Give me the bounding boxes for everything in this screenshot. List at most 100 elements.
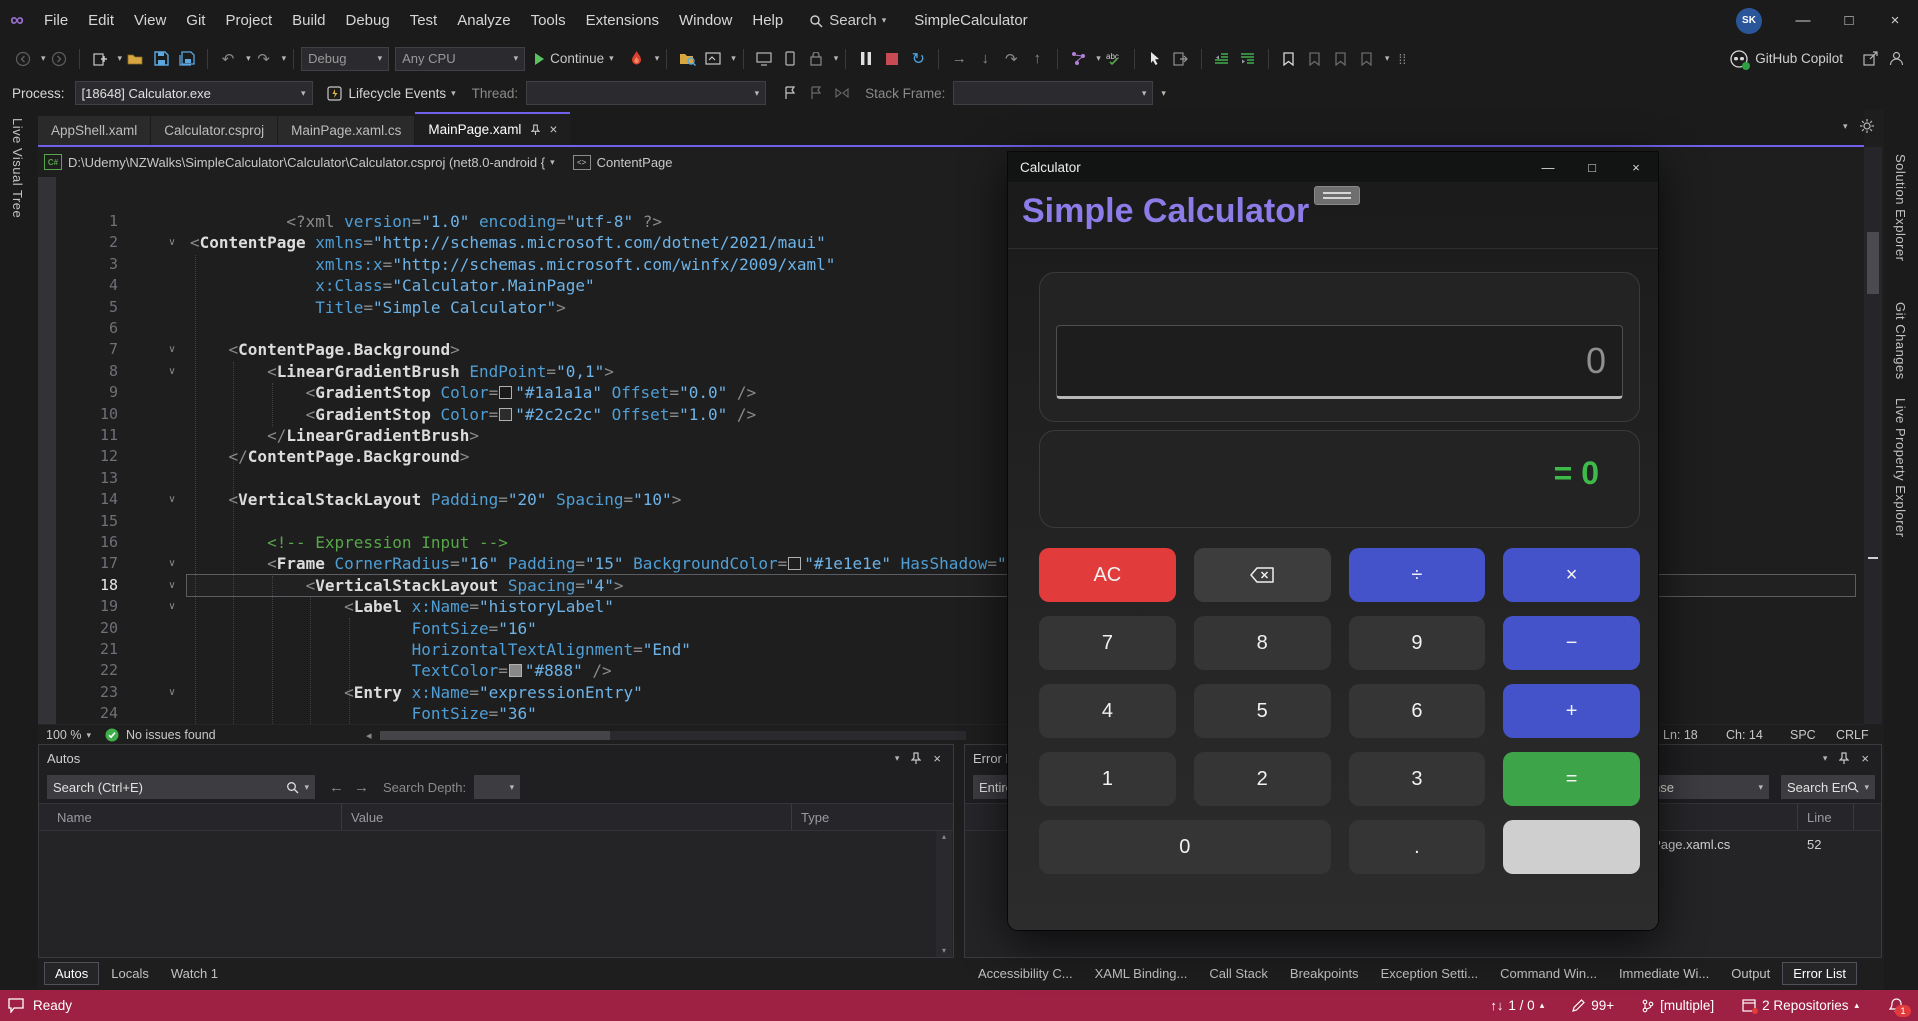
key-6[interactable]: 6 <box>1349 684 1486 738</box>
back-history-chevron-icon[interactable]: ▾ <box>41 53 46 64</box>
save-all-button[interactable] <box>175 46 199 72</box>
key-7[interactable]: 7 <box>1039 616 1176 670</box>
maximize-button[interactable]: □ <box>1826 0 1872 41</box>
tab-accessibility-c-[interactable]: Accessibility C... <box>968 963 1083 984</box>
avatar[interactable]: SK <box>1736 8 1762 34</box>
key-8[interactable]: 8 <box>1194 616 1331 670</box>
search-prev-arrow-icon[interactable]: ← <box>329 779 344 796</box>
tab-xaml-binding-[interactable]: XAML Binding... <box>1085 963 1198 984</box>
hscroll-thumb[interactable] <box>380 731 610 740</box>
tab-calculator-csproj[interactable]: Calculator.csproj <box>151 116 277 145</box>
tabstrip-settings-gear-icon[interactable] <box>1860 119 1874 133</box>
branch-status[interactable]: [multiple] <box>1642 998 1714 1013</box>
scrollbar-thumb[interactable] <box>1867 232 1879 294</box>
close-button[interactable]: × <box>1872 0 1918 41</box>
menu-project[interactable]: Project <box>215 0 282 41</box>
feedback-person-icon[interactable] <box>1884 46 1908 72</box>
fold-collapse-icon[interactable]: ∨ <box>164 361 180 382</box>
zoom-dropdown[interactable]: 100 %▾ <box>46 728 91 742</box>
navigate-back-button[interactable] <box>11 46 35 72</box>
navigate-cursor-icon[interactable] <box>1169 46 1193 72</box>
new-item-chevron-icon[interactable]: ▾ <box>118 53 123 64</box>
menu-git[interactable]: Git <box>176 0 215 41</box>
find-in-files-button[interactable] <box>675 46 699 72</box>
menu-tools[interactable]: Tools <box>521 0 576 41</box>
autos-body[interactable]: ▴ ▾ <box>39 831 953 957</box>
search-control[interactable]: Search ▾ <box>809 12 886 29</box>
error-list-menu-chevron-icon[interactable]: ▾ <box>1823 753 1828 764</box>
fold-collapse-icon[interactable]: ∨ <box>164 596 180 617</box>
column-type[interactable]: Type <box>801 810 829 825</box>
flag-threads-icon[interactable] <box>778 80 802 106</box>
tab-solution-explorer[interactable]: Solution Explorer <box>1893 154 1908 262</box>
maui-debug-overlay-handle[interactable] <box>1314 186 1360 205</box>
key-1[interactable]: 1 <box>1039 752 1176 806</box>
indent-decrease-icon[interactable] <box>1210 46 1234 72</box>
procbar-overflow-icon[interactable]: ▾ <box>1161 88 1166 99</box>
device-monitor-icon[interactable] <box>752 46 776 72</box>
autos-scrollbar[interactable]: ▴ ▾ <box>936 831 952 957</box>
code-map-chevron-icon[interactable]: ▾ <box>1096 53 1101 64</box>
feedback-bubble-icon[interactable] <box>8 998 24 1013</box>
selection-pointer-icon[interactable] <box>1143 46 1167 72</box>
column-line[interactable]: Line <box>1807 810 1832 825</box>
tab-mainpage-xaml[interactable]: MainPage.xaml× <box>415 112 570 145</box>
status-line-ending[interactable]: CRLF <box>1836 728 1869 742</box>
autos-pin-icon[interactable] <box>911 752 921 765</box>
autos-panel-titlebar[interactable]: Autos ▾ × <box>39 745 953 771</box>
stack-frame-dropdown[interactable]: ▾ <box>953 81 1153 105</box>
pending-edits-status[interactable]: 99+ <box>1572 998 1614 1013</box>
menu-debug[interactable]: Debug <box>336 0 400 41</box>
redo-button[interactable]: ↷ <box>252 46 276 72</box>
key-2[interactable]: 2 <box>1194 752 1331 806</box>
bookmark-toggle-icon[interactable] <box>1277 46 1301 72</box>
calc-minimize-button[interactable]: — <box>1526 152 1570 182</box>
platform-dropdown[interactable]: Any CPU▾ <box>395 47 525 71</box>
stop-button[interactable] <box>880 46 904 72</box>
key-AC[interactable]: AC <box>1039 548 1176 602</box>
search-next-arrow-icon[interactable]: → <box>354 779 369 796</box>
tab-live-property-explorer[interactable]: Live Property Explorer <box>1893 398 1908 538</box>
calc-maximize-button[interactable]: □ <box>1570 152 1614 182</box>
fold-collapse-icon[interactable]: ∨ <box>164 339 180 360</box>
menu-help[interactable]: Help <box>742 0 793 41</box>
expression-entry[interactable]: 0 <box>1056 325 1623 399</box>
breadcrumb-chevron-icon[interactable]: ▾ <box>550 157 555 168</box>
bookmark-clear-icon[interactable] <box>1355 46 1379 72</box>
key-5[interactable]: 5 <box>1194 684 1331 738</box>
key-multiply[interactable]: × <box>1503 548 1640 602</box>
tab-output[interactable]: Output <box>1721 963 1780 984</box>
indent-increase-icon[interactable] <box>1236 46 1260 72</box>
tab-immediate-wi-[interactable]: Immediate Wi... <box>1609 963 1719 984</box>
error-list-pin-icon[interactable] <box>1839 752 1849 765</box>
scroll-down-arrow-icon[interactable]: ▾ <box>936 945 952 957</box>
search-options-chevron-icon[interactable]: ▾ <box>304 782 309 793</box>
column-value[interactable]: Value <box>351 810 383 825</box>
code-map-icon[interactable] <box>1066 46 1090 72</box>
autos-menu-chevron-icon[interactable]: ▾ <box>895 753 900 764</box>
undo-button[interactable]: ↶ <box>216 46 240 72</box>
key-add[interactable]: + <box>1503 684 1640 738</box>
device-chevron-icon[interactable]: ▾ <box>834 53 839 64</box>
fold-collapse-icon[interactable]: ∨ <box>164 553 180 574</box>
pause-button[interactable] <box>854 46 878 72</box>
show-next-statement-button[interactable]: → <box>947 46 971 72</box>
key-dot[interactable]: . <box>1349 820 1486 874</box>
menu-extensions[interactable]: Extensions <box>576 0 669 41</box>
error-search-input[interactable]: Search Error ▾ <box>1781 775 1875 799</box>
menu-test[interactable]: Test <box>400 0 448 41</box>
save-button[interactable] <box>149 46 173 72</box>
device-phone-icon[interactable] <box>778 46 802 72</box>
error-list-close-icon[interactable]: × <box>1861 751 1869 766</box>
fold-collapse-icon[interactable]: ∨ <box>164 575 180 596</box>
status-spaces-mode[interactable]: SPC <box>1790 728 1816 742</box>
tab-locals[interactable]: Locals <box>101 963 159 984</box>
undo-chevron-icon[interactable]: ▾ <box>246 53 251 64</box>
calc-close-button[interactable]: × <box>1614 152 1658 182</box>
tab-command-win-[interactable]: Command Win... <box>1490 963 1607 984</box>
key-blank[interactable] <box>1503 820 1640 874</box>
step-into-button[interactable]: ↓ <box>973 46 997 72</box>
share-icon[interactable] <box>1858 46 1882 72</box>
hscroll-left-arrow-icon[interactable]: ◂ <box>366 729 372 742</box>
bookmark-prev-icon[interactable] <box>1303 46 1327 72</box>
